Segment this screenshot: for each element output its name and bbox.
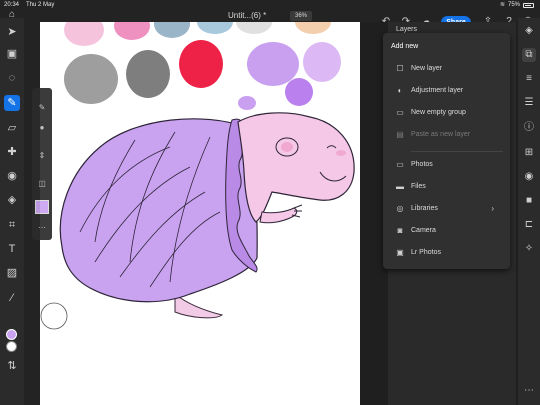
add-new-menu: Add new ☐ New layer ◐ Adjustment layer ▭… [383,33,510,269]
menu-item-label: Paste as new layer [411,131,471,138]
creature-arm [259,207,298,224]
select-tool-icon[interactable]: ▣ [4,46,20,62]
swatch-blue-light [197,22,233,34]
menu-item-label: Lr Photos [411,249,441,256]
battery-icon [523,2,534,8]
menu-item-files[interactable]: ▬ Files [383,179,510,197]
chevron-right-icon: › [491,204,494,213]
brush-cursor [40,302,68,330]
swatch-red [179,40,223,88]
menu-item-new-empty-group[interactable]: ▭ New empty group [383,105,510,123]
half-circle-icon: ◐ [397,86,403,95]
creature-ear-inner [281,142,293,152]
foreground-color-swatch[interactable] [6,329,17,340]
properties-icon[interactable]: ☰ [522,96,536,110]
layers-title: Layers [396,26,418,33]
menu-item-paste-as-new-layer: ▤ Paste as new layer [383,127,510,145]
visibility-icon[interactable]: ◉ [522,170,536,184]
healing-tool-icon[interactable]: ✚ [4,144,20,160]
menu-item-libraries[interactable]: ◎ Libraries › [383,201,510,219]
brush-settings-icon[interactable]: ✎ [36,102,48,114]
libraries-icon: ◎ [396,204,404,213]
type-tool-icon[interactable]: T [4,241,20,257]
menu-item-label: New layer [411,65,443,72]
swatch-pink-light [64,22,104,46]
mask-icon[interactable]: ■ [522,194,536,208]
camera-icon: ◙ [397,226,403,235]
lightroom-icon: ▣ [396,248,404,257]
creature-head [237,112,355,223]
swatch-blue-gray [154,22,190,38]
swatch-purple [285,78,313,106]
swatch-purple-small [238,96,256,110]
menu-item-new-layer[interactable]: ☐ New layer [383,61,510,79]
swatch-lilac-light [303,42,341,82]
swatch-lilac [247,42,299,86]
info-icon[interactable]: ⓘ [522,121,536,135]
swatch-peach [295,22,331,34]
image-tool-icon[interactable]: ▨ [4,265,20,281]
menu-item-label: Files [411,183,426,190]
menu-item-label: Photos [411,161,433,168]
more-options-icon[interactable]: ⋯ [36,222,48,234]
brush-swatch[interactable] [35,200,49,214]
adjustments-icon[interactable]: ≡ [522,72,536,86]
eyedropper-tool-icon[interactable]: ⁄ [4,290,20,306]
background-color-swatch[interactable] [6,341,17,352]
creature-cheek [336,150,346,156]
clipboard-icon: ▤ [396,130,404,139]
menu-divider [411,151,503,152]
menu-item-adjustment-layer[interactable]: ◐ Adjustment layer [383,83,510,101]
plus-icon[interactable]: ⊞ [522,146,536,160]
swatch-gray-dark [126,50,170,98]
right-toolbar: ◈ ⧉ ≡ ☰ ⓘ ⊞ ◉ ■ ⊏ ✧ ⋯ [518,18,540,405]
brush-flow-icon[interactable]: ◫ [36,178,48,190]
swatch-pink [114,22,150,40]
add-layer-icon[interactable]: ⧉ [522,48,536,62]
swatch-gray [64,54,118,104]
photos-icon: ▭ [396,160,404,169]
canvas-artwork [40,22,355,330]
more-icon[interactable]: ⋯ [522,384,536,398]
brush-color-icon[interactable]: ● [36,122,48,134]
menu-item-photos[interactable]: ▭ Photos [383,157,510,175]
menu-item-label: Adjustment layer [411,87,464,94]
menu-item-label: Camera [411,227,436,234]
menu-item-label: Libraries [411,205,438,212]
drawing-canvas[interactable] [40,22,360,405]
menu-item-camera[interactable]: ◙ Camera [383,223,510,241]
brush-tool-icon[interactable]: ✎ [4,95,20,111]
clone-tool-icon[interactable]: ◉ [4,168,20,184]
layers-icon[interactable]: ◈ [522,24,536,38]
add-new-title: Add new [391,43,419,50]
creature-tail [174,292,224,319]
app-root: 20:34 Thu 2 May ≋ 75% ⌂ Untit...(6) * 36… [0,0,540,405]
eraser-tool-icon[interactable]: ▱ [4,120,20,136]
document-title[interactable]: Untit...(6) * [228,11,266,20]
left-toolbar: ➤ ▣ ◌ ✎ ▱ ✚ ◉ ◈ ⌗ T ▨ ⁄ ⇅ [0,18,24,405]
folder-icon: ▬ [396,182,404,191]
brush-size-icon[interactable]: ⇕ [36,150,48,162]
brush-options-panel: ✎ ● ⇕ ◫ ⋯ [32,88,52,240]
folder-icon: ▭ [396,108,404,117]
lasso-tool-icon[interactable]: ◌ [4,70,20,86]
square-icon: ☐ [396,64,404,73]
swatch-gray-light [236,22,272,34]
effects-icon[interactable]: ✧ [522,242,536,256]
move-tool-icon[interactable]: ➤ [4,24,20,40]
crop-tool-icon[interactable]: ⌗ [4,217,20,233]
link-icon[interactable]: ⊏ [522,218,536,232]
zoom-level[interactable]: 36% [290,11,312,21]
menu-item-lr-photos[interactable]: ▣ Lr Photos [383,245,510,263]
menu-item-label: New empty group [411,109,466,116]
fill-tool-icon[interactable]: ◈ [4,192,20,208]
swap-colors-icon[interactable]: ⇅ [4,358,20,374]
